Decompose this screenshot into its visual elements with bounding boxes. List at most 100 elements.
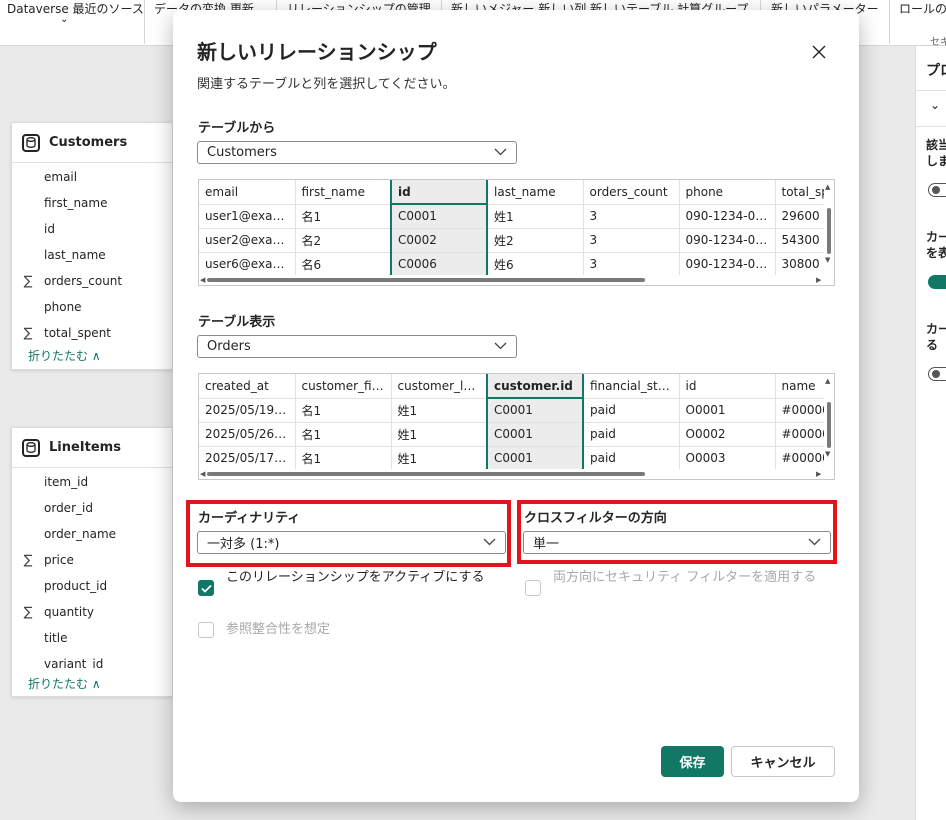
table-cell[interactable]: O0002 bbox=[679, 422, 776, 447]
column-header[interactable]: customer_last... bbox=[391, 374, 488, 399]
table-cell[interactable]: 名1 bbox=[295, 446, 392, 471]
pane-toggle-off[interactable] bbox=[928, 183, 946, 197]
table-cell[interactable]: 姓1 bbox=[487, 204, 584, 229]
vertical-scrollbar[interactable]: ▲ ▼ bbox=[824, 180, 834, 285]
table-cell[interactable]: 2025/05/26 2... bbox=[199, 422, 296, 447]
column-header[interactable]: orders_count bbox=[583, 180, 680, 205]
cancel-button[interactable]: キャンセル bbox=[731, 746, 835, 777]
table-cell[interactable]: 3 bbox=[583, 228, 680, 253]
column-header[interactable]: last_name bbox=[487, 180, 584, 205]
table-field[interactable]: ∑ orders_count bbox=[12, 271, 123, 291]
table-cell[interactable]: paid bbox=[583, 446, 680, 471]
table-cell[interactable]: 名1 bbox=[295, 422, 392, 447]
table-cell[interactable]: C0001 bbox=[486, 398, 584, 423]
horizontal-scrollbar[interactable]: ◀ ▶ bbox=[199, 275, 834, 285]
from-table-preview-grid[interactable]: email first_name id last_name orders_count ph… bbox=[198, 179, 835, 286]
table-field[interactable]: last_name bbox=[12, 245, 106, 265]
table-cell[interactable]: paid bbox=[583, 422, 680, 447]
scrollbar-thumb[interactable] bbox=[827, 402, 831, 448]
table-cell[interactable]: paid bbox=[583, 398, 680, 423]
table-cell[interactable]: 姓1 bbox=[391, 422, 488, 447]
table-cell[interactable]: 3 bbox=[583, 204, 680, 229]
table-field[interactable]: ∑ quantity bbox=[12, 602, 94, 622]
table-cell[interactable]: 姓1 bbox=[391, 446, 488, 471]
to-table-preview-grid[interactable]: created_at customer_first... customer_last… bbox=[198, 373, 835, 480]
table-field[interactable]: email bbox=[12, 167, 77, 187]
table-field[interactable]: variant_id bbox=[12, 654, 103, 668]
scrollbar-thumb[interactable] bbox=[207, 472, 645, 476]
cardinality-dropdown[interactable]: 一対多 (1:*) bbox=[197, 531, 506, 554]
field-name: orders_count bbox=[44, 274, 123, 288]
column-header[interactable]: email bbox=[199, 180, 296, 205]
column-header[interactable]: created_at bbox=[199, 374, 296, 399]
table-field[interactable]: id bbox=[12, 219, 55, 239]
lineitems-collapse-link[interactable]: 折りたたむ ∧ bbox=[28, 675, 101, 692]
table-cell[interactable]: C0001 bbox=[486, 446, 584, 471]
referential-integrity-checkbox[interactable] bbox=[198, 622, 214, 638]
vertical-scrollbar[interactable]: ▲ ▼ bbox=[824, 374, 834, 479]
scrollbar-thumb[interactable] bbox=[207, 278, 645, 282]
save-button[interactable]: 保存 bbox=[661, 746, 724, 777]
table-cell[interactable]: O0003 bbox=[679, 446, 776, 471]
table-field[interactable]: title bbox=[12, 628, 67, 648]
close-icon[interactable] bbox=[809, 42, 829, 62]
table-field[interactable]: order_name bbox=[12, 524, 116, 544]
table-cell[interactable]: C0002 bbox=[390, 228, 488, 253]
table-cell[interactable]: 2025/05/17 1... bbox=[199, 446, 296, 471]
table-cell[interactable]: 姓2 bbox=[487, 228, 584, 253]
table-field[interactable]: product_id bbox=[12, 576, 107, 596]
table-field[interactable]: first_name bbox=[12, 193, 107, 213]
table-cell[interactable]: 3 bbox=[583, 252, 680, 277]
security-filter-checkbox[interactable] bbox=[525, 580, 541, 596]
customers-table-card[interactable]: Customers email first_nameid last_name ∑ ord… bbox=[11, 122, 173, 370]
lineitems-table-header[interactable]: LineItems bbox=[12, 428, 172, 468]
table-cell[interactable]: 090-1234-0006 bbox=[679, 252, 776, 277]
ribbon-dataverse-recent[interactable]: Dataverse 最近のソース bbox=[7, 0, 144, 17]
column-header[interactable]: phone bbox=[679, 180, 776, 205]
column-header[interactable]: id bbox=[679, 374, 776, 399]
pane-toggle-off[interactable] bbox=[928, 367, 946, 381]
table-cell[interactable]: 名2 bbox=[295, 228, 392, 253]
table-cell[interactable]: user2@exam... bbox=[199, 228, 296, 253]
to-table-dropdown[interactable]: Orders bbox=[197, 335, 517, 358]
table-cell[interactable]: 姓1 bbox=[391, 398, 488, 423]
column-header[interactable]: customer.id bbox=[486, 374, 584, 399]
table-field[interactable]: ∑ total_spent bbox=[12, 323, 111, 343]
table-cell[interactable]: user6@exam... bbox=[199, 252, 296, 277]
table-field[interactable]: ∑ price bbox=[12, 550, 74, 570]
lineitems-table-card[interactable]: LineItems item_id order_id order_name ∑ pric… bbox=[11, 427, 173, 697]
customers-table-header[interactable]: Customers bbox=[12, 123, 172, 163]
active-relationship-label[interactable]: このリレーションシップをアクティブにする bbox=[226, 568, 496, 588]
column-header[interactable]: customer_first... bbox=[295, 374, 392, 399]
security-filter-label[interactable]: 両方向にセキュリティ フィルターを適用する bbox=[553, 568, 828, 588]
column-header[interactable]: first_name bbox=[295, 180, 392, 205]
table-cell[interactable]: 名6 bbox=[295, 252, 392, 277]
table-cell[interactable]: 2025/05/19 3:... bbox=[199, 398, 296, 423]
customers-collapse-link[interactable]: 折りたたむ ∧ bbox=[28, 347, 101, 364]
from-table-dropdown[interactable]: Customers bbox=[197, 141, 517, 164]
cross-filter-dropdown[interactable]: 単一 bbox=[523, 531, 831, 554]
table-cell[interactable]: 090-1234-0001 bbox=[679, 204, 776, 229]
table-cell[interactable]: 090-1234-0002 bbox=[679, 228, 776, 253]
table-field[interactable]: phone bbox=[12, 297, 82, 317]
referential-integrity-label[interactable]: 参照整合性を想定 bbox=[226, 620, 330, 640]
table-field[interactable]: item_id bbox=[12, 472, 88, 492]
table-cell[interactable]: C0001 bbox=[486, 422, 584, 447]
table-cell[interactable]: O0001 bbox=[679, 398, 776, 423]
table-cell[interactable]: C0001 bbox=[390, 204, 488, 229]
table-cell[interactable]: 姓6 bbox=[487, 252, 584, 277]
column-header[interactable]: financial_status bbox=[583, 374, 680, 399]
table-field[interactable]: order_id bbox=[12, 498, 93, 518]
table-cell[interactable]: C0006 bbox=[390, 252, 488, 277]
horizontal-scrollbar[interactable]: ◀ ▶ bbox=[199, 469, 834, 479]
column-header[interactable]: id bbox=[390, 180, 488, 205]
scrollbar-thumb[interactable] bbox=[827, 208, 831, 254]
table-cell[interactable]: 名1 bbox=[295, 398, 392, 423]
table-cell[interactable]: user1@exam... bbox=[199, 204, 296, 229]
pane-toggle-on[interactable] bbox=[928, 275, 946, 289]
active-relationship-checkbox[interactable] bbox=[198, 580, 214, 596]
ribbon-roles[interactable]: ロールの bbox=[899, 0, 946, 17]
chevron-down-icon[interactable]: ⌄ bbox=[60, 14, 68, 25]
table-cell[interactable]: 名1 bbox=[295, 204, 392, 229]
chevron-down-icon[interactable]: ⌄ bbox=[930, 98, 940, 112]
